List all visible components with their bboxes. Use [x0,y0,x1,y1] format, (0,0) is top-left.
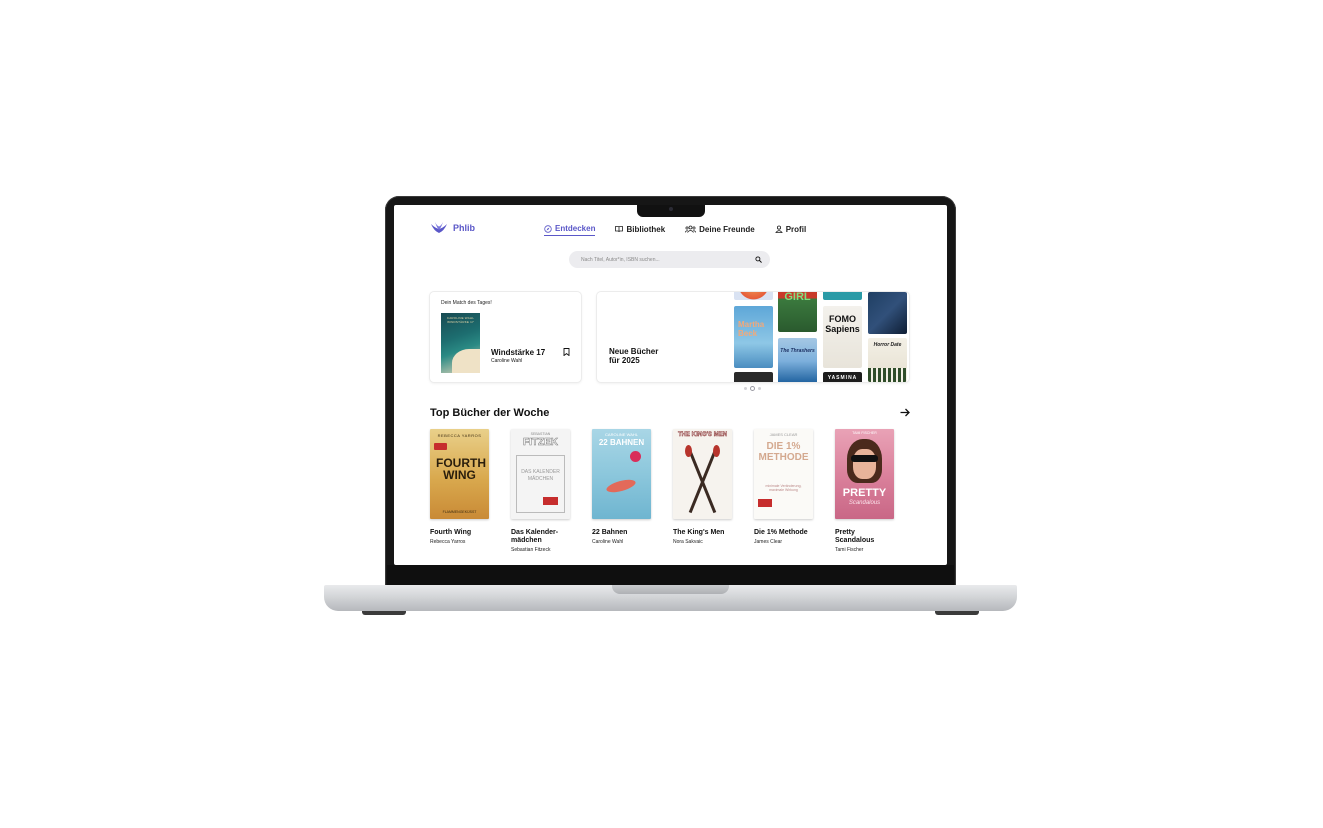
new-books-title-line: Neue Bücher [609,347,659,356]
cover-tile-text: Horror Date [873,342,902,348]
cover-tile [734,292,773,300]
book-card[interactable]: SEBASTIAN FITZEK DAS KALENDER MÄDCHEN Da… [511,429,570,553]
search-icon[interactable] [755,256,762,263]
cover-tile: YASMINA [823,372,862,382]
carousel-dots [744,386,761,391]
book-cover[interactable]: TAMI FISCHER PRETTY Scandalous [835,429,894,519]
cover-tile-text: Martha Beck [738,320,765,338]
book-author: Tami Fischer [835,547,864,553]
top-books-row: REBECCA YARROS FOURTH WING FLAMMENGEKÜSS… [430,429,894,553]
compass-icon [544,224,552,233]
friends-icon [685,225,697,233]
cover-text: PRETTY [842,487,887,499]
cover-text: Scandalous [848,500,881,506]
book-cover[interactable]: REBECCA YARROS FOURTH WING FLAMMENGEKÜSS… [430,429,489,519]
cover-text: JAMES CLEAR [769,432,798,437]
carousel-dot-active[interactable] [750,386,755,391]
book-cover[interactable]: CAROLINE WAHL 22 BAHNEN [592,429,651,519]
cover-text: FOURTH WING [436,456,486,482]
cover-tile [734,372,773,382]
book-title: Das Kalender-mädchen [511,529,559,544]
book-card[interactable]: THE KING'S MEN The King's Men Nora Sakva… [673,429,732,553]
book-icon [615,226,624,233]
match-of-the-day-card[interactable]: Dein Match des Tages! CAROLINE WAHL WIND… [430,292,581,382]
book-author: Nora Sakvaic [673,539,703,545]
laptop-bezel [387,565,954,585]
book-title: Pretty Scandalous [835,529,875,544]
section-title: Top Bücher der Woche [430,407,550,419]
book-author: Sebastian Fitzeck [511,547,551,553]
cover-tile-text: YASMINA [827,375,858,381]
arrow-right-icon[interactable] [900,408,910,417]
book-cover[interactable]: THE KING'S MEN [673,429,732,519]
cover-tile: GIRL [778,292,817,332]
book-author: Rebecca Yarros [430,539,466,545]
book-title: Die 1% Methode [754,529,808,536]
book-title: Fourth Wing [430,529,472,536]
cover-text: REBECCA YARROS [437,433,482,438]
cover-tile: Horror Date [868,338,907,382]
nav-item-deine-freunde[interactable]: Deine Freunde [685,224,755,236]
cover-tile-text: FOMO Sapiens [825,314,860,334]
cover-text: TAMI FISCHER [852,431,877,435]
cover-tile-text: The Thrashers [780,348,815,354]
book-author: James Clear [754,539,783,545]
nav-item-entdecken[interactable]: Entdecken [544,224,596,236]
nav-label: Profil [785,224,807,234]
app-screen: Phlib Entdecken Bibliothek Deine Freunde… [394,205,947,565]
book-cover-mosaic: Martha Beck GIRL The Thrashers FOMO Sapi… [733,292,909,382]
new-books-title-line: für 2025 [609,356,640,365]
cover-text: DAS KALENDER MÄDCHEN [521,469,560,482]
match-heading: Dein Match des Tages! [441,300,492,306]
cover-tile [823,292,862,300]
book-cover[interactable]: JAMES CLEAR DIE 1% METHODE minimale Verä… [754,429,813,519]
cover-text: 22 BAHNEN [598,438,645,447]
match-book-author: Caroline Wahl [491,358,523,364]
match-book-title: Windstärke 17 [491,348,546,357]
cover-text: SEBASTIAN [530,432,551,436]
logo[interactable]: Phlib [430,221,475,235]
book-card[interactable]: JAMES CLEAR DIE 1% METHODE minimale Verä… [754,429,813,553]
nav-label: Bibliothek [626,224,666,234]
cover-text: DIE 1% METHODE [758,441,809,463]
laptop-foot [935,611,979,615]
laptop-foot [362,611,406,615]
book-card[interactable]: REBECCA YARROS FOURTH WING FLAMMENGEKÜSS… [430,429,489,553]
cover-tile: Martha Beck [734,306,773,368]
new-books-title: Neue Bücher für 2025 [609,347,658,365]
logo-icon [431,222,447,233]
new-books-2025-card[interactable]: Neue Bücher für 2025 Martha Beck GIRL Th… [597,292,909,382]
main-nav: Entdecken Bibliothek Deine Freunde Profi… [544,224,806,236]
carousel-dot[interactable] [744,387,747,390]
app-name: Phlib [453,223,475,233]
cover-tile: The Thrashers [778,338,817,382]
cover-text: FLAMMENGEKÜSST [442,510,477,514]
cover-tile: FOMO Sapiens [823,306,862,368]
search-input[interactable] [581,256,741,263]
bookmark-icon[interactable] [563,348,570,356]
user-icon [774,225,783,233]
nav-item-profil[interactable]: Profil [774,224,807,236]
nav-item-bibliothek[interactable]: Bibliothek [615,224,665,236]
cover-text: CAROLINE WAHL WINDSTÄRKE 17 [446,316,475,324]
cover-text: THE KING'S MEN [677,432,728,438]
book-card[interactable]: CAROLINE WAHL 22 BAHNEN 22 Bahnen Caroli… [592,429,651,553]
search-bar[interactable] [569,251,770,268]
book-cover[interactable]: SEBASTIAN FITZEK DAS KALENDER MÄDCHEN [511,429,570,519]
book-title: The King's Men [673,529,725,536]
cover-text: CAROLINE WAHL [605,432,638,437]
nav-label: Deine Freunde [699,224,755,234]
book-card[interactable]: TAMI FISCHER PRETTY Scandalous Pretty Sc… [835,429,894,553]
nav-label: Entdecken [555,224,596,233]
laptop-opening-notch [612,585,729,594]
carousel-dot[interactable] [758,387,761,390]
camera-icon [669,207,673,211]
cover-tile [868,292,907,334]
cover-tile-text: GIRL [784,292,811,303]
cover-text: minimale Veränderung, maximale Wirkung [765,484,802,492]
book-title: 22 Bahnen [592,529,628,536]
match-book-cover[interactable]: CAROLINE WAHL WINDSTÄRKE 17 [441,313,480,373]
book-author: Caroline Wahl [592,539,624,545]
cover-text: FITZEK [523,437,559,449]
